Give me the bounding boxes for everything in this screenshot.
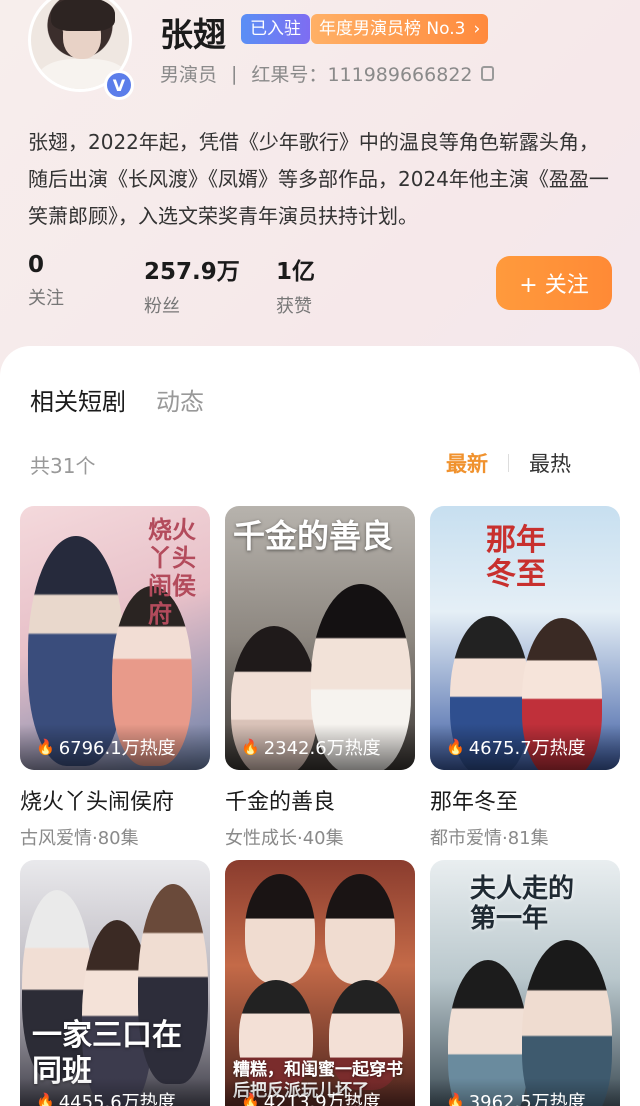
heat-badge: 🔥 2342.6万热度 xyxy=(225,724,415,770)
profile-header: V 张翅 已入驻 年度男演员榜 No.3 › 男演员 | 红果号：1119896… xyxy=(0,0,640,370)
heat-badge: 🔥 3962.5万热度 xyxy=(430,1078,620,1106)
heat-badge: 🔥 4455.6万热度 xyxy=(20,1078,210,1106)
drama-card[interactable]: 那年冬至 🔥 4675.7万热度 那年冬至 都市爱情·81集 xyxy=(430,506,620,850)
stat-label: 获赞 xyxy=(276,296,312,317)
chevron-right-icon: › xyxy=(473,19,481,39)
drama-card[interactable]: 烧火丫头闹侯府 🔥 6796.1万热度 烧火丫头闹侯府 古风爱情·80集 xyxy=(20,506,210,850)
drama-poster[interactable]: 夫人走的第一年 🔥 3962.5万热度 xyxy=(430,860,620,1106)
stat-fans[interactable]: 257.9万 粉丝 xyxy=(144,252,270,318)
stat-following[interactable]: 0 关注 xyxy=(28,252,138,318)
drama-title[interactable]: 千金的善良 xyxy=(225,784,415,816)
drama-card[interactable]: 糟糕，和闺蜜一起穿书后把反派玩儿坏了 🔥 4213.9万热度 xyxy=(225,860,415,1106)
heat-badge: 🔥 4213.9万热度 xyxy=(225,1078,415,1106)
profile-subline: 男演员 | 红果号：111989666822 xyxy=(160,60,494,87)
heat-value: 3962.5万热度 xyxy=(468,1092,586,1106)
stat-label: 粉丝 xyxy=(144,296,180,317)
poster-title: 千金的善良 xyxy=(233,517,394,555)
poster-figure xyxy=(245,874,315,984)
profile-id: 红果号：111989666822 xyxy=(251,60,472,87)
drama-poster[interactable]: 那年冬至 🔥 4675.7万热度 xyxy=(430,506,620,770)
poster-title: 那年冬至 xyxy=(486,523,546,592)
tab-bar: 相关短剧 动态 xyxy=(30,382,204,417)
fire-icon: 🔥 xyxy=(36,1092,55,1106)
content-panel: 相关短剧 动态 共31个 最新 最热 烧火丫头闹侯府 🔥 6796.1万热度 烧… xyxy=(0,346,640,1106)
sort-hottest[interactable]: 最热 xyxy=(529,448,571,478)
drama-card[interactable]: 夫人走的第一年 🔥 3962.5万热度 xyxy=(430,860,620,1106)
sort-toggle: 最新 最热 xyxy=(446,448,571,478)
drama-card[interactable]: 千金的善良 🔥 2342.6万热度 千金的善良 女性成长·40集 xyxy=(225,506,415,850)
drama-poster[interactable]: 糟糕，和闺蜜一起穿书后把反派玩儿坏了 🔥 4213.9万热度 xyxy=(225,860,415,1106)
fire-icon: 🔥 xyxy=(446,738,465,756)
drama-poster[interactable]: 烧火丫头闹侯府 🔥 6796.1万热度 xyxy=(20,506,210,770)
fire-icon: 🔥 xyxy=(241,1092,260,1106)
drama-title[interactable]: 烧火丫头闹侯府 xyxy=(20,784,210,816)
heat-badge: 🔥 6796.1万热度 xyxy=(20,724,210,770)
follow-button[interactable]: + 关注 xyxy=(496,256,612,310)
drama-meta: 古风爱情·80集 xyxy=(20,828,139,849)
stats-row: 0 关注 257.9万 粉丝 1亿 获赞 xyxy=(28,252,392,318)
sort-divider xyxy=(508,454,509,472)
drama-meta: 女性成长·40集 xyxy=(225,828,344,849)
heat-value: 4675.7万热度 xyxy=(468,738,586,759)
tab-updates[interactable]: 动态 xyxy=(156,382,204,417)
stat-value: 0 xyxy=(28,252,45,278)
heat-value: 4455.6万热度 xyxy=(58,1092,176,1106)
profile-id-label: 红果号： xyxy=(251,64,328,86)
fire-icon: 🔥 xyxy=(446,1092,465,1106)
drama-card[interactable]: 一家三口在同班 🔥 4455.6万热度 xyxy=(20,860,210,1106)
poster-figure xyxy=(325,874,395,984)
profile-bio: 张翅，2022年起，凭借《少年歌行》中的温良等角色崭露头角，随后出演《长风渡》《… xyxy=(28,130,609,228)
joined-badge: 已入驻 xyxy=(241,14,310,44)
profile-id-value: 111989666822 xyxy=(327,64,473,86)
heat-value: 2342.6万热度 xyxy=(263,738,381,759)
heat-value: 4213.9万热度 xyxy=(263,1092,381,1106)
profile-name: 张翅 xyxy=(160,15,226,54)
copy-icon[interactable] xyxy=(480,66,494,81)
sort-newest[interactable]: 最新 xyxy=(446,448,488,478)
fire-icon: 🔥 xyxy=(36,738,55,756)
heat-badge: 🔥 4675.7万热度 xyxy=(430,724,620,770)
poster-title: 夫人走的第一年 xyxy=(470,874,575,934)
item-count: 共31个 xyxy=(30,454,96,478)
avatar-hair xyxy=(51,0,115,31)
stat-value: 257.9万 xyxy=(144,259,240,285)
stat-label: 关注 xyxy=(28,288,64,309)
stat-value: 1亿 xyxy=(276,259,316,285)
poster-title: 烧火丫头闹侯府 xyxy=(148,516,196,628)
stat-likes[interactable]: 1亿 获赞 xyxy=(276,252,386,318)
rank-badge[interactable]: 年度男演员榜 No.3 › xyxy=(311,14,489,44)
verified-icon: V xyxy=(104,70,134,100)
fire-icon: 🔥 xyxy=(241,738,260,756)
drama-poster[interactable]: 千金的善良 🔥 2342.6万热度 xyxy=(225,506,415,770)
profile-role: 男演员 xyxy=(160,64,218,86)
drama-meta: 都市爱情·81集 xyxy=(430,828,549,849)
drama-poster[interactable]: 一家三口在同班 🔥 4455.6万热度 xyxy=(20,860,210,1106)
heat-value: 6796.1万热度 xyxy=(58,738,176,759)
drama-title[interactable]: 那年冬至 xyxy=(430,784,620,816)
rank-badge-label: 年度男演员榜 No.3 xyxy=(319,19,466,39)
tab-related-dramas[interactable]: 相关短剧 xyxy=(30,382,126,417)
subline-divider: | xyxy=(231,62,238,85)
